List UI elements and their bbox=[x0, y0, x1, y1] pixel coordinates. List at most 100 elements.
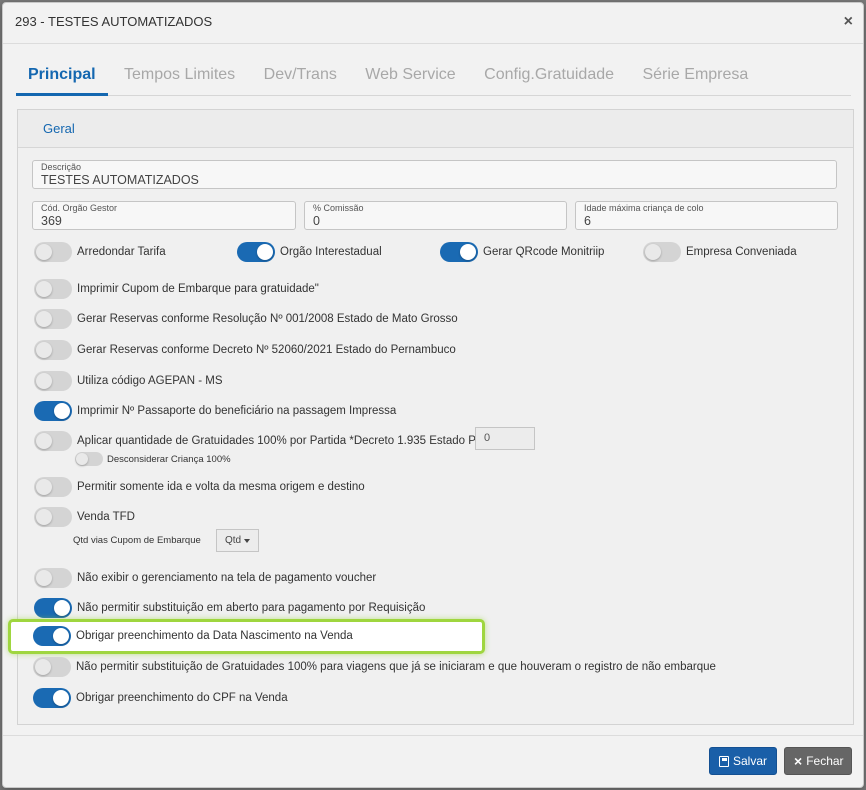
toggle-knob bbox=[36, 479, 52, 495]
toggle-label: Gerar QRcode Monitriip bbox=[483, 246, 605, 258]
modal-header: 293 - TESTES AUTOMATIZADOS × bbox=[3, 3, 863, 44]
toggle-knob bbox=[36, 509, 52, 525]
toggle-knob bbox=[36, 281, 52, 297]
orgao-gestor-field[interactable]: Cód. Orgão Gestor 369 bbox=[32, 201, 296, 230]
toggle-arredondar-tarifa[interactable] bbox=[34, 242, 72, 262]
toggle-knob bbox=[36, 311, 52, 327]
toggle-switch[interactable] bbox=[33, 657, 71, 677]
toggle-switch[interactable] bbox=[34, 598, 72, 618]
idade-crianca-label: Idade máxima criança de colo bbox=[584, 203, 704, 213]
save-label: Salvar bbox=[732, 754, 767, 768]
toggle-row-7: Venda TFD bbox=[34, 506, 135, 528]
sub-toggle-row: Desconsiderar Criança 100% bbox=[75, 451, 231, 467]
toggle-switch[interactable] bbox=[34, 371, 72, 391]
toggle-row-12: Obrigar preenchimento do CPF na Venda bbox=[33, 687, 288, 709]
toggle-empresa-conveniada[interactable] bbox=[643, 242, 681, 262]
toggle-switch[interactable] bbox=[34, 279, 72, 299]
tab-principal[interactable]: Principal bbox=[16, 59, 108, 96]
tab-bar: Principal Tempos Limites Dev/Trans Web S… bbox=[16, 59, 851, 96]
toggle-knob bbox=[257, 244, 273, 260]
toggle-qrcode-monitriip[interactable] bbox=[440, 242, 478, 262]
toggle-label: Não permitir substituição de Gratuidades… bbox=[76, 661, 716, 673]
toggle-knob bbox=[35, 659, 51, 675]
toggle-knob bbox=[36, 373, 52, 389]
toggle-row-1: Gerar Reservas conforme Resolução Nº 001… bbox=[34, 308, 458, 330]
toggle-knob bbox=[36, 244, 52, 260]
toggle-switch[interactable] bbox=[34, 340, 72, 360]
toggle-row-qrcode: Gerar QRcode Monitriip bbox=[440, 241, 604, 263]
save-button[interactable]: Salvar bbox=[709, 747, 777, 775]
toggle-knob bbox=[76, 453, 88, 465]
toggle-row-0: Imprimir Cupom de Embarque para gratuida… bbox=[34, 278, 319, 300]
toggle-switch[interactable] bbox=[33, 688, 71, 708]
toggle-knob bbox=[645, 244, 661, 260]
toggle-label: Permitir somente ida e volta da mesma or… bbox=[77, 481, 365, 493]
close-label: Fechar bbox=[806, 754, 844, 768]
tab-config-gratuidade[interactable]: Config.Gratuidade bbox=[472, 59, 626, 96]
toggle-switch[interactable] bbox=[34, 568, 72, 588]
section-label-geral[interactable]: Geral bbox=[43, 121, 75, 136]
toggle-knob bbox=[460, 244, 476, 260]
qtd-vias-value: Qtd bbox=[225, 535, 242, 546]
toggle-label: Desconsiderar Criança 100% bbox=[107, 453, 231, 465]
toggle-label: Gerar Reservas conforme Decreto Nº 52060… bbox=[77, 344, 456, 356]
descricao-value: TESTES AUTOMATIZADOS bbox=[41, 173, 199, 187]
idade-crianca-value: 6 bbox=[584, 214, 591, 228]
toggle-label: Gerar Reservas conforme Resolução Nº 001… bbox=[77, 313, 458, 325]
idade-crianca-field[interactable]: Idade máxima criança de colo 6 bbox=[575, 201, 838, 230]
modal-footer: Salvar × Fechar bbox=[3, 735, 863, 787]
toggle-row-arredondar: Arredondar Tarifa bbox=[34, 241, 166, 263]
tab-serie-empresa[interactable]: Série Empresa bbox=[630, 59, 760, 96]
comissao-field[interactable]: % Comissão 0 bbox=[304, 201, 567, 230]
qtd-vias-label: Qtd vias Cupom de Embarque bbox=[73, 535, 201, 546]
toggle-row-6: Permitir somente ida e volta da mesma or… bbox=[34, 476, 365, 498]
toggle-switch[interactable] bbox=[34, 309, 72, 329]
toggle-row-orgao: Orgão Interestadual bbox=[237, 241, 382, 263]
toggle-row-11: Não permitir substituição de Gratuidades… bbox=[33, 656, 716, 678]
tab-web-service[interactable]: Web Service bbox=[353, 59, 467, 96]
toggle-knob bbox=[36, 342, 52, 358]
toggle-switch[interactable] bbox=[34, 431, 72, 451]
toggle-label: Arredondar Tarifa bbox=[77, 246, 166, 258]
qtd-vias-select[interactable]: Qtd bbox=[216, 529, 260, 552]
gratuidade-qtd-input[interactable]: 0 bbox=[475, 427, 535, 450]
toggle-orgao-interestadual[interactable] bbox=[237, 242, 275, 262]
floppy-disk-icon bbox=[719, 755, 729, 767]
toggle-knob bbox=[53, 690, 69, 706]
toggle-label: Não permitir substituição em aberto para… bbox=[77, 602, 426, 614]
comissao-value: 0 bbox=[313, 214, 320, 228]
toggle-row-10: Obrigar preenchimento da Data Nascimento… bbox=[33, 625, 353, 647]
tab-dev-trans[interactable]: Dev/Trans bbox=[252, 59, 349, 96]
toggle-label: Utiliza código AGEPAN - MS bbox=[77, 375, 223, 387]
toggle-knob bbox=[53, 628, 69, 644]
toggle-switch[interactable] bbox=[34, 477, 72, 497]
orgao-gestor-value: 369 bbox=[41, 214, 62, 228]
settings-modal: 293 - TESTES AUTOMATIZADOS × Principal T… bbox=[2, 2, 864, 788]
toggle-label: Não exibir o gerenciamento na tela de pa… bbox=[77, 572, 377, 584]
toggle-label: Obrigar preenchimento da Data Nascimento… bbox=[76, 630, 353, 642]
toggle-row-5: Aplicar quantidade de Gratuidades 100% p… bbox=[34, 430, 487, 452]
close-icon[interactable]: × bbox=[844, 13, 853, 31]
toggle-label: Empresa Conveniada bbox=[686, 246, 797, 258]
descricao-label: Descrição bbox=[41, 162, 82, 172]
toggle-row-4: Imprimir Nº Passaporte do beneficiário n… bbox=[34, 400, 396, 422]
toggle-label: Imprimir Cupom de Embarque para gratuida… bbox=[77, 283, 319, 295]
toggle-row-conveniada: Empresa Conveniada bbox=[643, 241, 797, 263]
toggle-desconsiderar-crianca[interactable] bbox=[75, 452, 103, 466]
modal-title: 293 - TESTES AUTOMATIZADOS bbox=[15, 14, 213, 29]
toggle-switch[interactable] bbox=[34, 507, 72, 527]
close-button[interactable]: × Fechar bbox=[784, 747, 852, 775]
tab-tempos-limites[interactable]: Tempos Limites bbox=[112, 59, 247, 96]
caret-down-icon bbox=[244, 538, 251, 543]
toggle-switch[interactable] bbox=[34, 401, 72, 421]
panel-header: Geral bbox=[18, 110, 853, 148]
toggle-knob bbox=[36, 433, 52, 449]
toggle-label: Orgão Interestadual bbox=[280, 246, 382, 258]
close-icon: × bbox=[794, 753, 803, 769]
toggle-row-2: Gerar Reservas conforme Decreto Nº 52060… bbox=[34, 339, 456, 361]
toggle-label: Venda TFD bbox=[77, 511, 135, 523]
toggle-row-3: Utiliza código AGEPAN - MS bbox=[34, 370, 223, 392]
toggle-switch[interactable] bbox=[33, 626, 71, 646]
descricao-field[interactable]: Descrição TESTES AUTOMATIZADOS bbox=[32, 160, 837, 189]
toggle-knob bbox=[54, 403, 70, 419]
